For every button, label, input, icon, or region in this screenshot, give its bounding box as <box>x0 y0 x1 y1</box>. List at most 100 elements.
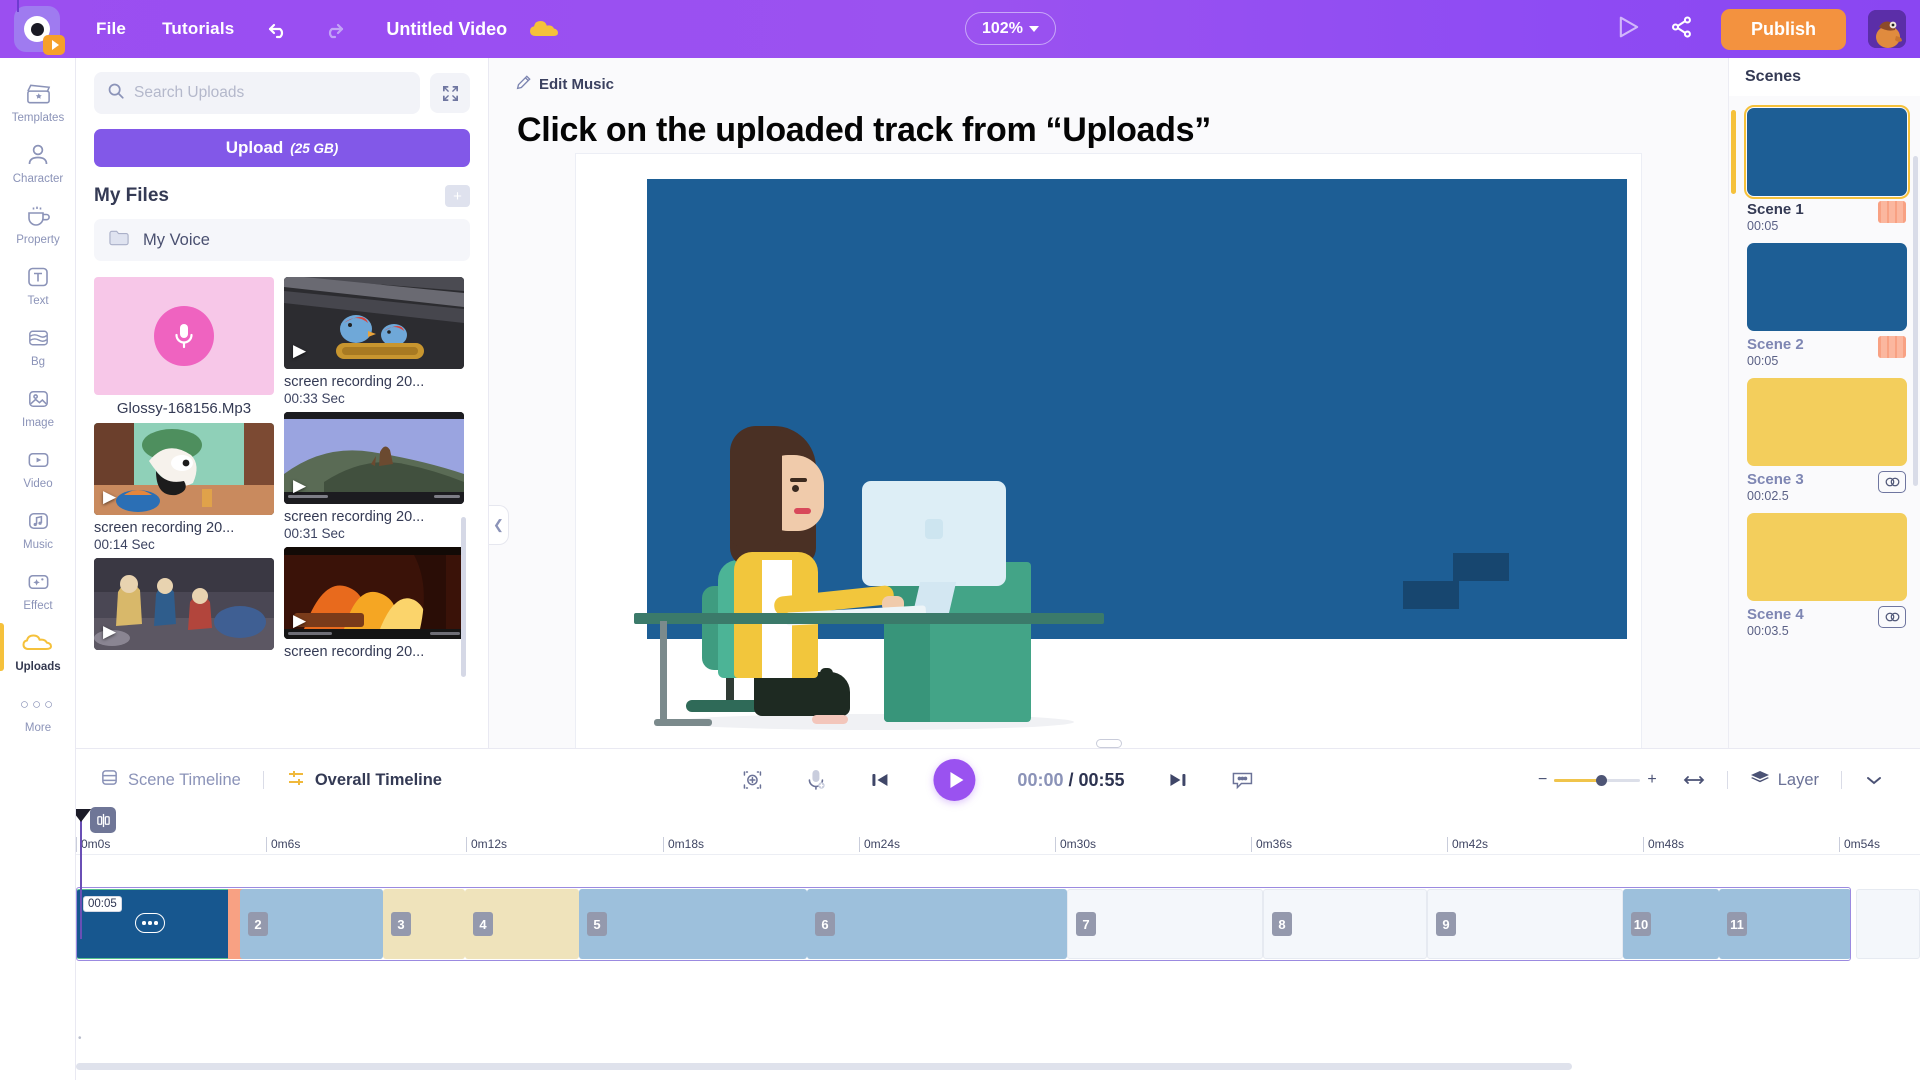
split-clip-icon[interactable] <box>90 807 116 833</box>
scene-thumbnail-3[interactable]: Scene 3 00:02.5 <box>1747 378 1907 503</box>
scene-duration: 00:02.5 <box>1747 489 1789 503</box>
timeline-clip-4[interactable]: 4 <box>465 889 579 959</box>
menu-tutorials[interactable]: Tutorials <box>162 19 234 39</box>
play-overlay-icon: ▶ <box>293 611 307 630</box>
tab-overall-timeline[interactable]: Overall Timeline <box>286 768 442 793</box>
search-row <box>76 58 488 114</box>
timeline-clip-6[interactable]: 6 <box>807 889 1067 959</box>
voiceover-icon[interactable] <box>805 768 827 792</box>
layers-wave-icon <box>0 323 76 353</box>
tab-scene-timeline[interactable]: Scene Timeline <box>100 768 241 792</box>
stage-resize-grip[interactable] <box>1095 739 1122 748</box>
upload-item-video[interactable]: ▶ <box>94 558 274 650</box>
transition-bars-icon[interactable] <box>1878 201 1906 223</box>
ruler-tick: 0m36s <box>1251 837 1292 852</box>
timeline-clip-12[interactable] <box>1856 889 1920 959</box>
cloud-save-icon[interactable] <box>529 18 559 40</box>
sidebar-item-more[interactable]: ○○○ More <box>0 680 76 741</box>
timeline-ruler[interactable]: 0m0s 0m6s 0m12s 0m18s 0m24s 0m30s 0m36s … <box>71 807 1920 939</box>
video-thumbnail: ▶ <box>94 558 274 650</box>
scenes-scrollbar[interactable] <box>1913 156 1918 486</box>
caption-icon[interactable] <box>1231 769 1255 791</box>
timeline-clip-3[interactable]: 3 <box>383 889 465 959</box>
layer-button[interactable]: Layer <box>1750 769 1819 792</box>
timeline-clip-1[interactable]: 00:05 <box>76 889 240 959</box>
fit-width-icon[interactable] <box>1683 772 1705 788</box>
timeline-clip-10[interactable]: 10 <box>1623 889 1719 959</box>
sidebar-item-text[interactable]: Text <box>0 253 76 314</box>
link-icon[interactable] <box>1878 471 1906 493</box>
uploads-scrollbar[interactable] <box>461 517 466 677</box>
avatar[interactable] <box>1868 10 1906 48</box>
timeline-horizontal-scrollbar[interactable] <box>76 1063 1572 1070</box>
app-logo-icon[interactable] <box>14 0 65 55</box>
timeline-clip-5[interactable]: 5 <box>579 889 807 959</box>
sidebar-item-property[interactable]: Property <box>0 192 76 253</box>
zoom-slider-track[interactable] <box>1554 774 1641 786</box>
playhead[interactable] <box>71 809 91 939</box>
search-input[interactable] <box>134 84 407 102</box>
uploads-column-right: ▶ screen recording 20... 00:33 Sec ▶ scr… <box>284 277 464 697</box>
sidebar-item-character[interactable]: Character <box>0 131 76 192</box>
my-files-header: My Files + <box>94 185 470 207</box>
scene-duration: 00:05 <box>1747 354 1779 368</box>
upload-item-video[interactable]: ▶ screen recording 20... 00:14 Sec <box>94 423 274 552</box>
skip-next-icon[interactable] <box>1167 770 1189 790</box>
project-title[interactable]: Untitled Video <box>386 19 507 40</box>
scene-thumbnail-1[interactable]: Scene 1 00:05 <box>1731 105 1910 233</box>
sparkle-icon <box>0 567 76 597</box>
upload-item-video[interactable]: ▶ screen recording 20... 00:31 Sec <box>284 412 464 541</box>
folder-my-voice[interactable]: My Voice <box>94 219 470 261</box>
link-icon[interactable] <box>1878 606 1906 628</box>
sidebar-item-video[interactable]: Video <box>0 436 76 497</box>
deco-square-2 <box>1403 581 1459 609</box>
zoom-out-label[interactable]: − <box>1538 771 1547 789</box>
scene-thumbnail-4[interactable]: Scene 4 00:03.5 <box>1747 513 1907 638</box>
skip-previous-icon[interactable] <box>869 770 891 790</box>
sidebar-item-uploads[interactable]: Uploads <box>0 619 76 680</box>
character-illustration <box>634 316 1104 736</box>
zoom-level-selector[interactable]: 102% <box>965 12 1056 45</box>
timeline-clip-11[interactable]: 11 <box>1719 889 1851 959</box>
share-icon[interactable] <box>1669 14 1695 45</box>
sidebar-item-templates[interactable]: Templates <box>0 70 76 131</box>
sidebar-label: Image <box>22 417 54 429</box>
redo-icon[interactable] <box>322 17 346 41</box>
new-folder-icon[interactable]: + <box>445 185 470 207</box>
microphone-icon <box>154 306 214 366</box>
timeline-clip-8[interactable]: 8 <box>1263 889 1427 959</box>
transition-bars-icon[interactable] <box>1878 336 1906 358</box>
sidebar-label: Effect <box>23 600 53 612</box>
timeline-clip-9[interactable]: 9 <box>1427 889 1623 959</box>
search-input-wrapper[interactable] <box>94 72 420 114</box>
clip-options-icon[interactable] <box>135 913 165 933</box>
sidebar-item-effect[interactable]: Effect <box>0 558 76 619</box>
menu-file[interactable]: File <box>96 19 126 39</box>
undo-icon[interactable] <box>266 17 290 41</box>
upload-item-video[interactable]: ▶ screen recording 20... <box>284 547 464 660</box>
play-button[interactable] <box>933 759 976 801</box>
zoom-to-fit-icon[interactable] <box>741 769 763 791</box>
collapse-panel-button[interactable]: ❮ <box>489 505 509 545</box>
timeline-clip-7[interactable]: 7 <box>1067 889 1263 959</box>
publish-button[interactable]: Publish <box>1720 8 1846 50</box>
sidebar-item-music[interactable]: Music <box>0 497 76 558</box>
zoom-slider-knob[interactable] <box>1596 774 1608 786</box>
zoom-in-label[interactable]: + <box>1647 771 1656 789</box>
sidebar-item-bg[interactable]: Bg <box>0 314 76 375</box>
preview-play-icon[interactable] <box>1615 13 1643 46</box>
expand-arrows-icon[interactable] <box>430 73 470 113</box>
pencil-icon <box>516 74 532 94</box>
zoom-slider[interactable]: − + <box>1538 771 1657 789</box>
chevron-down-icon[interactable] <box>1864 773 1884 787</box>
scene-thumbnail-2[interactable]: Scene 2 00:05 <box>1747 243 1907 368</box>
upload-item-audio[interactable]: Glossy-168156.Mp3 <box>94 277 274 417</box>
timeline-clip-2[interactable]: 2 <box>240 889 383 959</box>
scenes-title: Scenes <box>1729 58 1920 96</box>
upload-button[interactable]: Upload (25 GB) <box>94 129 470 167</box>
editor-app: File Tutorials Untitled Video 102% Publi… <box>0 0 1920 1080</box>
sidebar-item-image[interactable]: Image <box>0 375 76 436</box>
preview-stage[interactable] <box>576 154 1641 754</box>
edit-music-header[interactable]: Edit Music <box>489 58 1728 94</box>
upload-item-video[interactable]: ▶ screen recording 20... 00:33 Sec <box>284 277 464 406</box>
